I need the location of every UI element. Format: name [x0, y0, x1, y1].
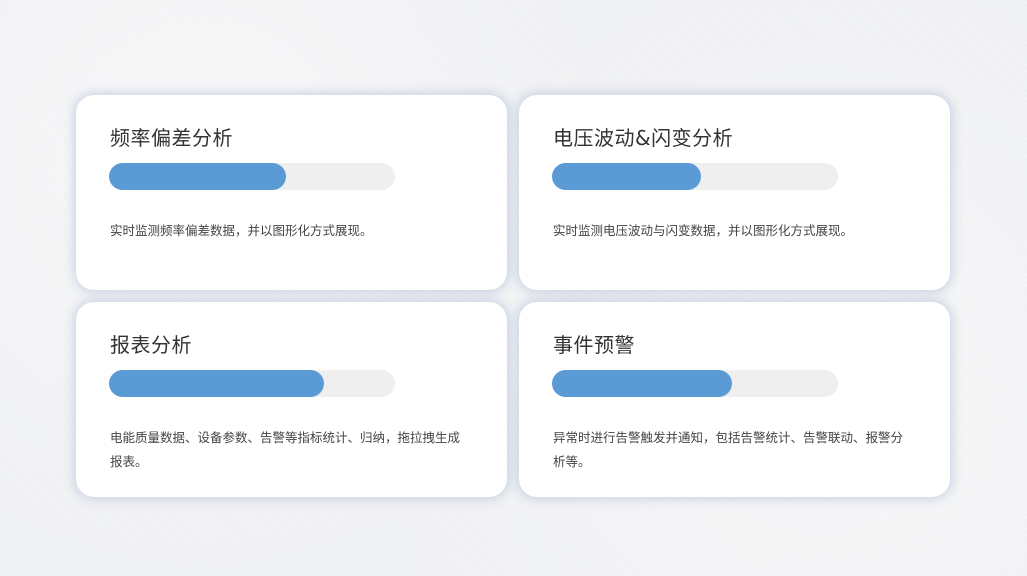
feature-card-report-analysis: 报表分析 电能质量数据、设备参数、告警等指标统计、归纳，拖拉拽生成报表。 [76, 302, 507, 497]
card-description: 异常时进行告警触发并通知，包括告警统计、告警联动、报警分析等。 [553, 430, 904, 469]
progress-bar-fill [109, 370, 324, 397]
card-description: 实时监测电压波动与闪变数据，并以图形化方式展现。 [553, 223, 854, 238]
progress-bar [109, 370, 395, 397]
progress-bar-fill [552, 163, 701, 190]
card-title: 报表分析 [110, 333, 192, 357]
card-description: 电能质量数据、设备参数、告警等指标统计、归纳，拖拉拽生成报表。 [110, 430, 461, 469]
card-description: 实时监测频率偏差数据，并以图形化方式展现。 [110, 223, 373, 238]
progress-bar-fill [552, 370, 733, 397]
progress-bar-fill [109, 163, 287, 190]
feature-card-frequency-deviation: 频率偏差分析 实时监测频率偏差数据，并以图形化方式展现。 [76, 95, 507, 290]
progress-bar [552, 163, 838, 190]
feature-card-event-warning: 事件预警 异常时进行告警触发并通知，包括告警统计、告警联动、报警分析等。 [519, 302, 950, 497]
feature-card-grid: 频率偏差分析 实时监测频率偏差数据，并以图形化方式展现。 电压波动&闪变分析 实… [76, 95, 950, 497]
card-title: 电压波动&闪变分析 [553, 126, 734, 150]
feature-card-voltage-fluctuation: 电压波动&闪变分析 实时监测电压波动与闪变数据，并以图形化方式展现。 [519, 95, 950, 290]
progress-bar [552, 370, 838, 397]
card-title: 频率偏差分析 [110, 126, 233, 150]
card-title: 事件预警 [553, 333, 635, 357]
progress-bar [109, 163, 395, 190]
